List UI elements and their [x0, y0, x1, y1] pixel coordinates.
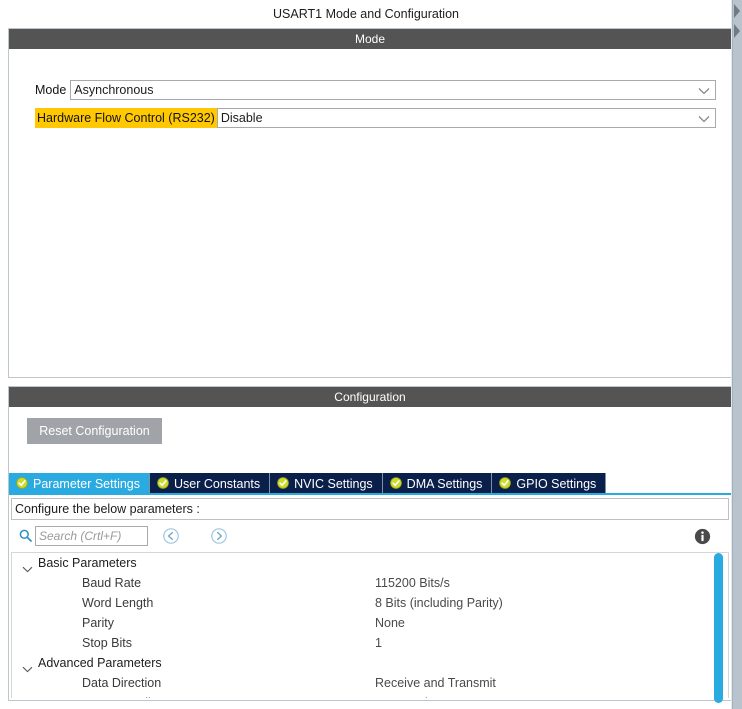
mode-field-row: Mode Asynchronous	[35, 80, 716, 100]
parameter-value[interactable]: 1	[375, 633, 382, 653]
tab-user-constants[interactable]: User Constants	[150, 473, 271, 495]
mode-section-body: Mode Asynchronous Hardware Flow Control …	[9, 49, 731, 377]
check-circle-icon	[157, 476, 169, 492]
configuration-section-header: Configuration	[9, 387, 731, 407]
search-icon[interactable]	[19, 529, 32, 545]
configuration-section: Configuration Reset Configuration Parame…	[8, 386, 732, 703]
configuration-section-body: Reset Configuration Parameter Settings U…	[9, 407, 731, 703]
parameter-group-advanced[interactable]: Advanced Parameters	[12, 653, 728, 673]
chevron-down-icon[interactable]	[697, 81, 711, 101]
parameter-row-word-length[interactable]: Word Length 8 Bits (including Parity)	[12, 593, 728, 613]
mode-section-header: Mode	[9, 29, 731, 49]
parameter-value[interactable]: None	[375, 613, 405, 633]
parameter-tree[interactable]: Basic Parameters Baud Rate 115200 Bits/s…	[11, 552, 729, 698]
hardware-flow-control-value: Disable	[220, 111, 263, 125]
search-input[interactable]	[35, 526, 148, 546]
parameter-name: Stop Bits	[82, 636, 133, 650]
hardware-flow-control-combobox[interactable]: Disable	[216, 108, 716, 129]
parameter-name: Parity	[82, 616, 114, 630]
search-toolbar	[11, 525, 729, 551]
mode-section: Mode Mode Asynchronous Hardware Flow Con…	[8, 28, 732, 378]
settings-tabstrip: Parameter Settings User Constants NVIC S…	[9, 472, 731, 495]
parameter-name: Word Length	[82, 596, 154, 610]
check-circle-icon	[16, 476, 28, 492]
tab-label: NVIC Settings	[294, 477, 373, 491]
parameter-value[interactable]: 115200 Bits/s	[375, 573, 450, 593]
parameter-group-label: Advanced Parameters	[38, 656, 162, 670]
tab-dma-settings[interactable]: DMA Settings	[382, 473, 493, 495]
parameter-name: Over Sampling	[82, 693, 165, 698]
chevron-down-icon[interactable]	[697, 109, 711, 129]
mode-field-label: Mode	[35, 83, 67, 97]
mode-combobox[interactable]: Asynchronous	[70, 80, 716, 100]
parameter-row-baud-rate[interactable]: Baud Rate 115200 Bits/s	[12, 573, 728, 593]
tab-parameter-settings[interactable]: Parameter Settings	[9, 473, 150, 495]
tab-label: Parameter Settings	[33, 477, 140, 491]
check-circle-icon	[389, 476, 402, 492]
parameter-value[interactable]: 8 Bits (including Parity)	[375, 593, 503, 613]
tabstrip-underline	[9, 493, 731, 495]
parameter-row-stop-bits[interactable]: Stop Bits 1	[12, 633, 728, 653]
usart-configuration-panel: USART1 Mode and Configuration Mode Mode …	[0, 0, 742, 709]
tab-label: DMA Settings	[406, 477, 483, 491]
check-circle-icon	[499, 476, 512, 492]
scrollbar-thumb[interactable]	[714, 553, 723, 703]
tab-nvic-settings[interactable]: NVIC Settings	[270, 473, 383, 495]
rail-chevron-group[interactable]	[732, 0, 742, 46]
chevron-right-icon[interactable]	[732, 0, 742, 22]
hardware-flow-control-label: Hardware Flow Control (RS232)	[35, 108, 217, 128]
hardware-flow-control-field-row: Hardware Flow Control (RS232) Disable	[35, 108, 716, 128]
circle-right-arrow-icon[interactable]	[210, 527, 228, 545]
parameter-value[interactable]: 16 Samples	[375, 693, 441, 698]
info-icon[interactable]	[694, 528, 711, 545]
parameter-group-basic[interactable]: Basic Parameters	[12, 553, 728, 573]
reset-configuration-button[interactable]: Reset Configuration	[27, 418, 162, 444]
parameter-row-parity[interactable]: Parity None	[12, 613, 728, 633]
parameter-list-scrollbar[interactable]	[714, 553, 723, 703]
parameter-group-label: Basic Parameters	[38, 556, 137, 570]
parameter-row-data-direction[interactable]: Data Direction Receive and Transmit	[12, 673, 728, 693]
panel-collapse-rail[interactable]	[732, 0, 742, 709]
parameter-row-over-sampling[interactable]: Over Sampling 16 Samples	[12, 693, 728, 698]
mode-combobox-value: Asynchronous	[74, 83, 154, 97]
check-circle-icon	[277, 476, 289, 492]
parameter-value[interactable]: Receive and Transmit	[375, 673, 496, 693]
tab-label: User Constants	[174, 477, 261, 491]
chevron-right-icon[interactable]	[732, 20, 742, 42]
tab-label: GPIO Settings	[516, 477, 597, 491]
configure-hint: Configure the below parameters :	[11, 498, 729, 520]
page-title: USART1 Mode and Configuration	[0, 0, 732, 29]
parameter-name: Baud Rate	[82, 576, 142, 590]
circle-left-arrow-icon[interactable]	[162, 527, 180, 545]
parameter-name: Data Direction	[82, 676, 162, 690]
tab-gpio-settings[interactable]: GPIO Settings	[492, 473, 607, 495]
